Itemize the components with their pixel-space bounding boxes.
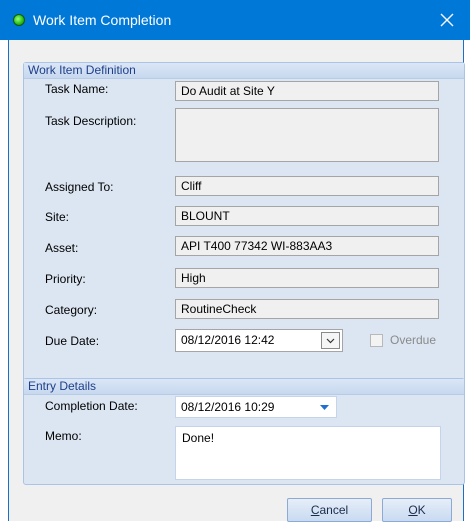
task-name-field[interactable]: Do Audit at Site Y — [175, 81, 439, 101]
site-field[interactable]: BLOUNT — [175, 206, 439, 226]
task-name-label: Task Name: — [45, 82, 109, 96]
work-item-definition-header: Work Item Definition — [24, 63, 464, 79]
close-button[interactable] — [424, 0, 470, 40]
due-date-value: 08/12/2016 12:42 — [181, 333, 275, 347]
assigned-to-field[interactable]: Cliff — [175, 176, 439, 196]
assigned-to-label: Assigned To: — [45, 180, 114, 194]
due-date-picker[interactable]: 08/12/2016 12:42 — [175, 329, 343, 352]
category-label: Category: — [45, 303, 98, 317]
title-bar: Work Item Completion — [0, 0, 470, 40]
dropdown-arrow-icon — [320, 405, 329, 410]
asset-label: Asset: — [45, 241, 79, 255]
due-date-label: Due Date: — [45, 334, 100, 348]
priority-field[interactable]: High — [175, 268, 439, 288]
task-description-field[interactable] — [175, 108, 439, 162]
category-field[interactable]: RoutineCheck — [175, 299, 439, 319]
completion-date-label: Completion Date: — [45, 399, 138, 413]
priority-label: Priority: — [45, 272, 86, 286]
cancel-button[interactable]: Cancel — [287, 498, 372, 522]
close-icon — [440, 13, 454, 27]
ok-label: K — [417, 503, 426, 517]
asset-field[interactable]: API T400 77342 WI-883AA3 — [175, 236, 439, 256]
overdue-label: Overdue — [390, 333, 437, 347]
entry-details-group: Entry Details Completion Date: 08/12/201… — [23, 378, 465, 485]
site-label: Site: — [45, 210, 70, 224]
cancel-label: ancel — [319, 503, 349, 517]
dialog-body: Work Item Definition Task Name: Do Audit… — [8, 40, 465, 522]
window-title: Work Item Completion — [33, 12, 172, 28]
memo-textarea[interactable]: Done! — [175, 426, 441, 480]
completion-date-picker[interactable]: 08/12/2016 10:29 — [175, 396, 337, 418]
ok-mnemonic: O — [408, 503, 418, 517]
due-date-dropdown-button[interactable] — [321, 332, 340, 349]
task-description-label: Task Description: — [45, 114, 137, 128]
chevron-down-icon — [326, 338, 335, 343]
overdue-checkbox[interactable] — [370, 334, 383, 347]
ok-button[interactable]: OK — [382, 498, 452, 522]
completion-date-value: 08/12/2016 10:29 — [181, 400, 275, 414]
app-status-icon — [13, 14, 25, 26]
memo-label: Memo: — [45, 429, 82, 443]
work-item-definition-group: Work Item Definition Task Name: Do Audit… — [23, 62, 465, 399]
entry-details-header: Entry Details — [24, 379, 464, 395]
